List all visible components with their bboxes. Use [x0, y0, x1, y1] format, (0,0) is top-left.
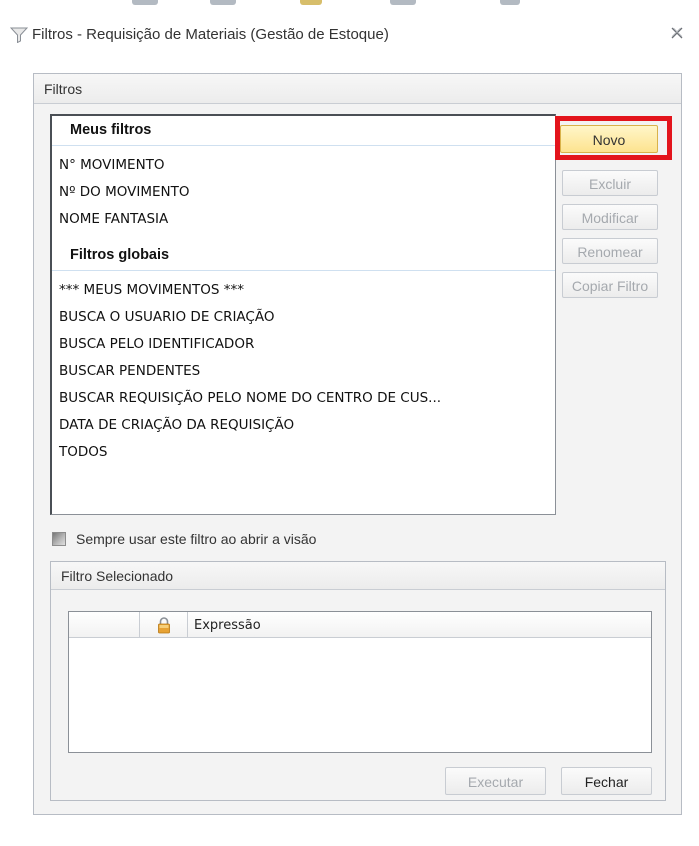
- execute-button[interactable]: Executar: [445, 767, 546, 795]
- grid-header-expression: Expressão: [194, 617, 261, 633]
- grid-header-cell-lock: [140, 612, 188, 638]
- funnel-icon: [10, 27, 28, 43]
- list-item[interactable]: NOME FANTASIA: [52, 206, 555, 233]
- dialog-footer: Executar Fechar: [51, 767, 665, 795]
- list-item[interactable]: *** MEUS MOVIMENTOS ***: [52, 277, 555, 304]
- background-window-strip: [0, 0, 699, 14]
- new-filter-button[interactable]: Novo: [560, 125, 658, 153]
- list-item[interactable]: TODOS: [52, 439, 555, 466]
- filter-list[interactable]: Meus filtros N° MOVIMENTO Nº DO MOVIMENT…: [50, 114, 556, 515]
- lock-icon: [157, 617, 170, 634]
- selected-filter-header: Filtro Selecionado: [51, 562, 665, 590]
- my-filters-header: Meus filtros: [52, 116, 555, 146]
- modify-filter-button[interactable]: Modificar: [562, 204, 658, 230]
- list-item[interactable]: DATA DE CRIAÇÃO DA REQUISIÇÃO: [52, 412, 555, 439]
- close-icon[interactable]: [669, 25, 685, 41]
- dialog-title: Filtros - Requisição de Materiais (Gestã…: [32, 26, 389, 43]
- always-use-filter-row: Sempre usar este filtro ao abrir a visão: [52, 528, 316, 550]
- list-item[interactable]: BUSCA PELO IDENTIFICADOR: [52, 331, 555, 358]
- always-use-filter-label: Sempre usar este filtro ao abrir a visão: [76, 531, 317, 547]
- filters-group: Filtros Meus filtros N° MOVIMENTO Nº DO …: [33, 73, 682, 815]
- dialog-titlebar: Filtros - Requisição de Materiais (Gestã…: [0, 14, 699, 54]
- filters-group-header: Filtros: [34, 74, 681, 104]
- list-item[interactable]: N° MOVIMENTO: [52, 152, 555, 179]
- expression-grid[interactable]: Expressão: [68, 611, 652, 753]
- delete-filter-button[interactable]: Excluir: [562, 170, 658, 196]
- global-filters-header: Filtros globais: [52, 241, 555, 271]
- close-button[interactable]: Fechar: [561, 767, 652, 795]
- selected-filter-group: Filtro Selecionado Expressão Executar Fe…: [50, 561, 666, 801]
- list-item[interactable]: BUSCA O USUARIO DE CRIAÇÃO: [52, 304, 555, 331]
- grid-header-row: Expressão: [69, 612, 651, 638]
- filters-dialog: Filtros - Requisição de Materiais (Gestã…: [0, 14, 699, 846]
- grid-header-cell-blank: [69, 612, 140, 638]
- list-item[interactable]: BUSCAR PENDENTES: [52, 358, 555, 385]
- list-item[interactable]: Nº DO MOVIMENTO: [52, 179, 555, 206]
- rename-filter-button[interactable]: Renomear: [562, 238, 658, 264]
- copy-filter-button[interactable]: Copiar Filtro: [562, 272, 658, 298]
- always-use-filter-checkbox[interactable]: [52, 532, 66, 546]
- list-item[interactable]: BUSCAR REQUISIÇÃO PELO NOME DO CENTRO DE…: [52, 385, 555, 412]
